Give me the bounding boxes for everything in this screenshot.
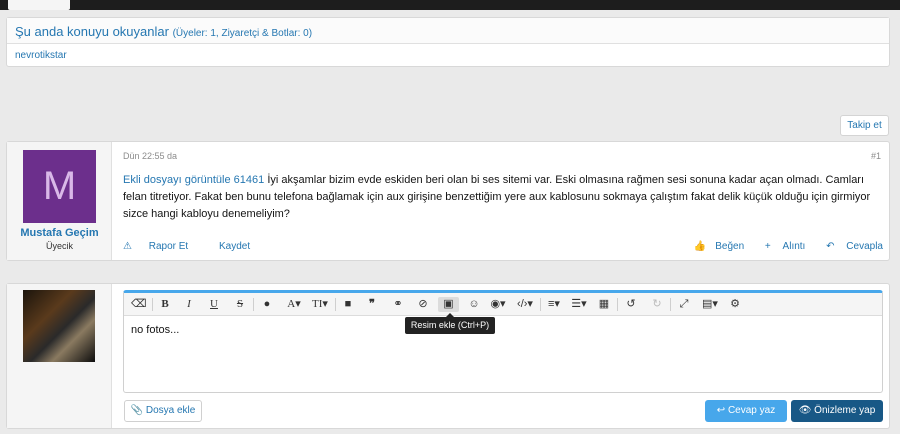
preview-label: Önizleme yap bbox=[814, 405, 876, 416]
post-user-sidebar: M Mustafa Geçim Üyecik bbox=[7, 142, 112, 260]
quick-reply: ⌫ B I U S ● A▾ TI▾ ■ ❞ ⚭ ⊘ ▣ ☺ ◉▾ ‹/›▾ ≡… bbox=[6, 283, 890, 429]
table-icon[interactable]: ▦ bbox=[597, 297, 611, 312]
eye-icon: 👁 bbox=[798, 405, 812, 416]
underline-icon[interactable]: U bbox=[207, 297, 221, 312]
paperclip-icon: 📎 bbox=[130, 405, 144, 416]
image-tooltip: Resim ekle (Ctrl+P) bbox=[405, 313, 495, 334]
nav-tab-active[interactable] bbox=[8, 0, 70, 10]
post-author-name[interactable]: Mustafa Geçim bbox=[7, 227, 112, 239]
undo-icon[interactable]: ↺ bbox=[624, 297, 638, 312]
post-number[interactable]: #1 bbox=[871, 151, 881, 161]
like-label: Beğen bbox=[715, 241, 745, 252]
post-timestamp[interactable]: Dün 22:55 da bbox=[123, 151, 177, 161]
link-icon[interactable]: ⚭ bbox=[391, 297, 405, 312]
avatar[interactable] bbox=[23, 290, 95, 362]
attach-files-button[interactable]: 📎 Dosya ekle bbox=[124, 400, 202, 422]
reply-user-sidebar bbox=[7, 284, 112, 428]
post-body: Ekli dosyayı görüntüle 61461 İyi akşamla… bbox=[123, 172, 883, 223]
warning-icon: ⚠ bbox=[123, 241, 132, 252]
follow-button[interactable]: Takip et bbox=[840, 115, 889, 136]
editor-text-area[interactable]: no fotos... bbox=[124, 316, 882, 344]
attachment-link[interactable]: Ekli dosyayı görüntüle 61461 bbox=[123, 174, 264, 186]
viewers-title: Şu anda konuyu okuyanlar bbox=[15, 24, 169, 39]
code-icon[interactable]: ‹/›▾ bbox=[513, 297, 537, 312]
viewers-block: Şu anda konuyu okuyanlar (Üyeler: 1, Ziy… bbox=[6, 17, 890, 67]
image-icon[interactable]: ▣ bbox=[438, 297, 459, 312]
bold-icon[interactable]: B bbox=[158, 297, 172, 312]
avatar[interactable]: M bbox=[23, 150, 96, 223]
report-label: Rapor Et bbox=[148, 241, 189, 252]
reply-link[interactable]: ↶ Cevapla bbox=[817, 241, 883, 252]
reply-icon: ↩ bbox=[716, 405, 726, 416]
post-reply-label: Cevap yaz bbox=[727, 405, 776, 416]
editor-toolbar: ⌫ B I U S ● A▾ TI▾ ■ ❞ ⚭ ⊘ ▣ ☺ ◉▾ ‹/›▾ ≡… bbox=[124, 293, 882, 316]
font-size-icon[interactable]: TI▾ bbox=[309, 297, 331, 312]
attach-label: Dosya ekle bbox=[145, 405, 196, 416]
color-drop-icon[interactable]: ● bbox=[260, 297, 274, 312]
preview-button[interactable]: 👁 Önizleme yap bbox=[791, 400, 883, 422]
eraser-icon[interactable]: ⌫ bbox=[131, 297, 147, 312]
post-actions: ⚠ Rapor Et Kaydet 👍 Beğen + Alıntı ↶ Ceva… bbox=[123, 241, 883, 255]
save-link[interactable]: Kaydet bbox=[219, 241, 250, 252]
gear-icon[interactable]: ⚙ bbox=[728, 297, 742, 312]
unlink-icon[interactable]: ⊘ bbox=[416, 297, 430, 312]
save-draft-icon[interactable]: ▤▾ bbox=[699, 297, 721, 312]
font-family-icon[interactable]: A▾ bbox=[283, 297, 305, 312]
quote-label: Alıntı bbox=[782, 241, 806, 252]
strikethrough-icon[interactable]: S bbox=[233, 297, 247, 312]
italic-icon[interactable]: I bbox=[182, 297, 196, 312]
fullscreen-icon[interactable]: ⤢ bbox=[677, 297, 691, 312]
rich-text-editor[interactable]: ⌫ B I U S ● A▾ TI▾ ■ ❞ ⚭ ⊘ ▣ ☺ ◉▾ ‹/›▾ ≡… bbox=[123, 290, 883, 393]
post-author-role: Üyecik bbox=[45, 241, 73, 251]
align-icon[interactable]: ≡▾ bbox=[543, 297, 565, 312]
reply-arrow-icon: ↶ bbox=[826, 241, 835, 252]
reply-label: Cevapla bbox=[846, 241, 883, 252]
viewers-counts: (Üyeler: 1, Ziyaretçi & Botlar: 0) bbox=[172, 28, 313, 39]
viewer-member-link[interactable]: nevrotikstar bbox=[15, 50, 67, 61]
viewers-header: Şu anda konuyu okuyanlar (Üyeler: 1, Ziy… bbox=[7, 18, 889, 44]
spoiler-icon[interactable]: ◉▾ bbox=[487, 297, 509, 312]
like-link[interactable]: 👍 Beğen bbox=[685, 241, 744, 252]
video-icon[interactable]: ■ bbox=[341, 297, 355, 312]
plus-icon: + bbox=[764, 241, 771, 252]
quote-icon[interactable]: ❞ bbox=[365, 297, 379, 312]
quote-link[interactable]: + Alıntı bbox=[756, 241, 805, 252]
report-link[interactable]: ⚠ Rapor Et bbox=[123, 241, 202, 252]
redo-icon[interactable]: ↻ bbox=[650, 297, 664, 312]
post-reply-button[interactable]: ↩ Cevap yaz bbox=[705, 400, 787, 422]
post-message: M Mustafa Geçim Üyecik Dün 22:55 da #1 E… bbox=[6, 141, 890, 261]
smiley-icon[interactable]: ☺ bbox=[467, 297, 481, 312]
top-navigation bbox=[0, 0, 900, 10]
list-icon[interactable]: ☰▾ bbox=[568, 297, 590, 312]
thumbs-up-icon: 👍 bbox=[693, 241, 707, 252]
